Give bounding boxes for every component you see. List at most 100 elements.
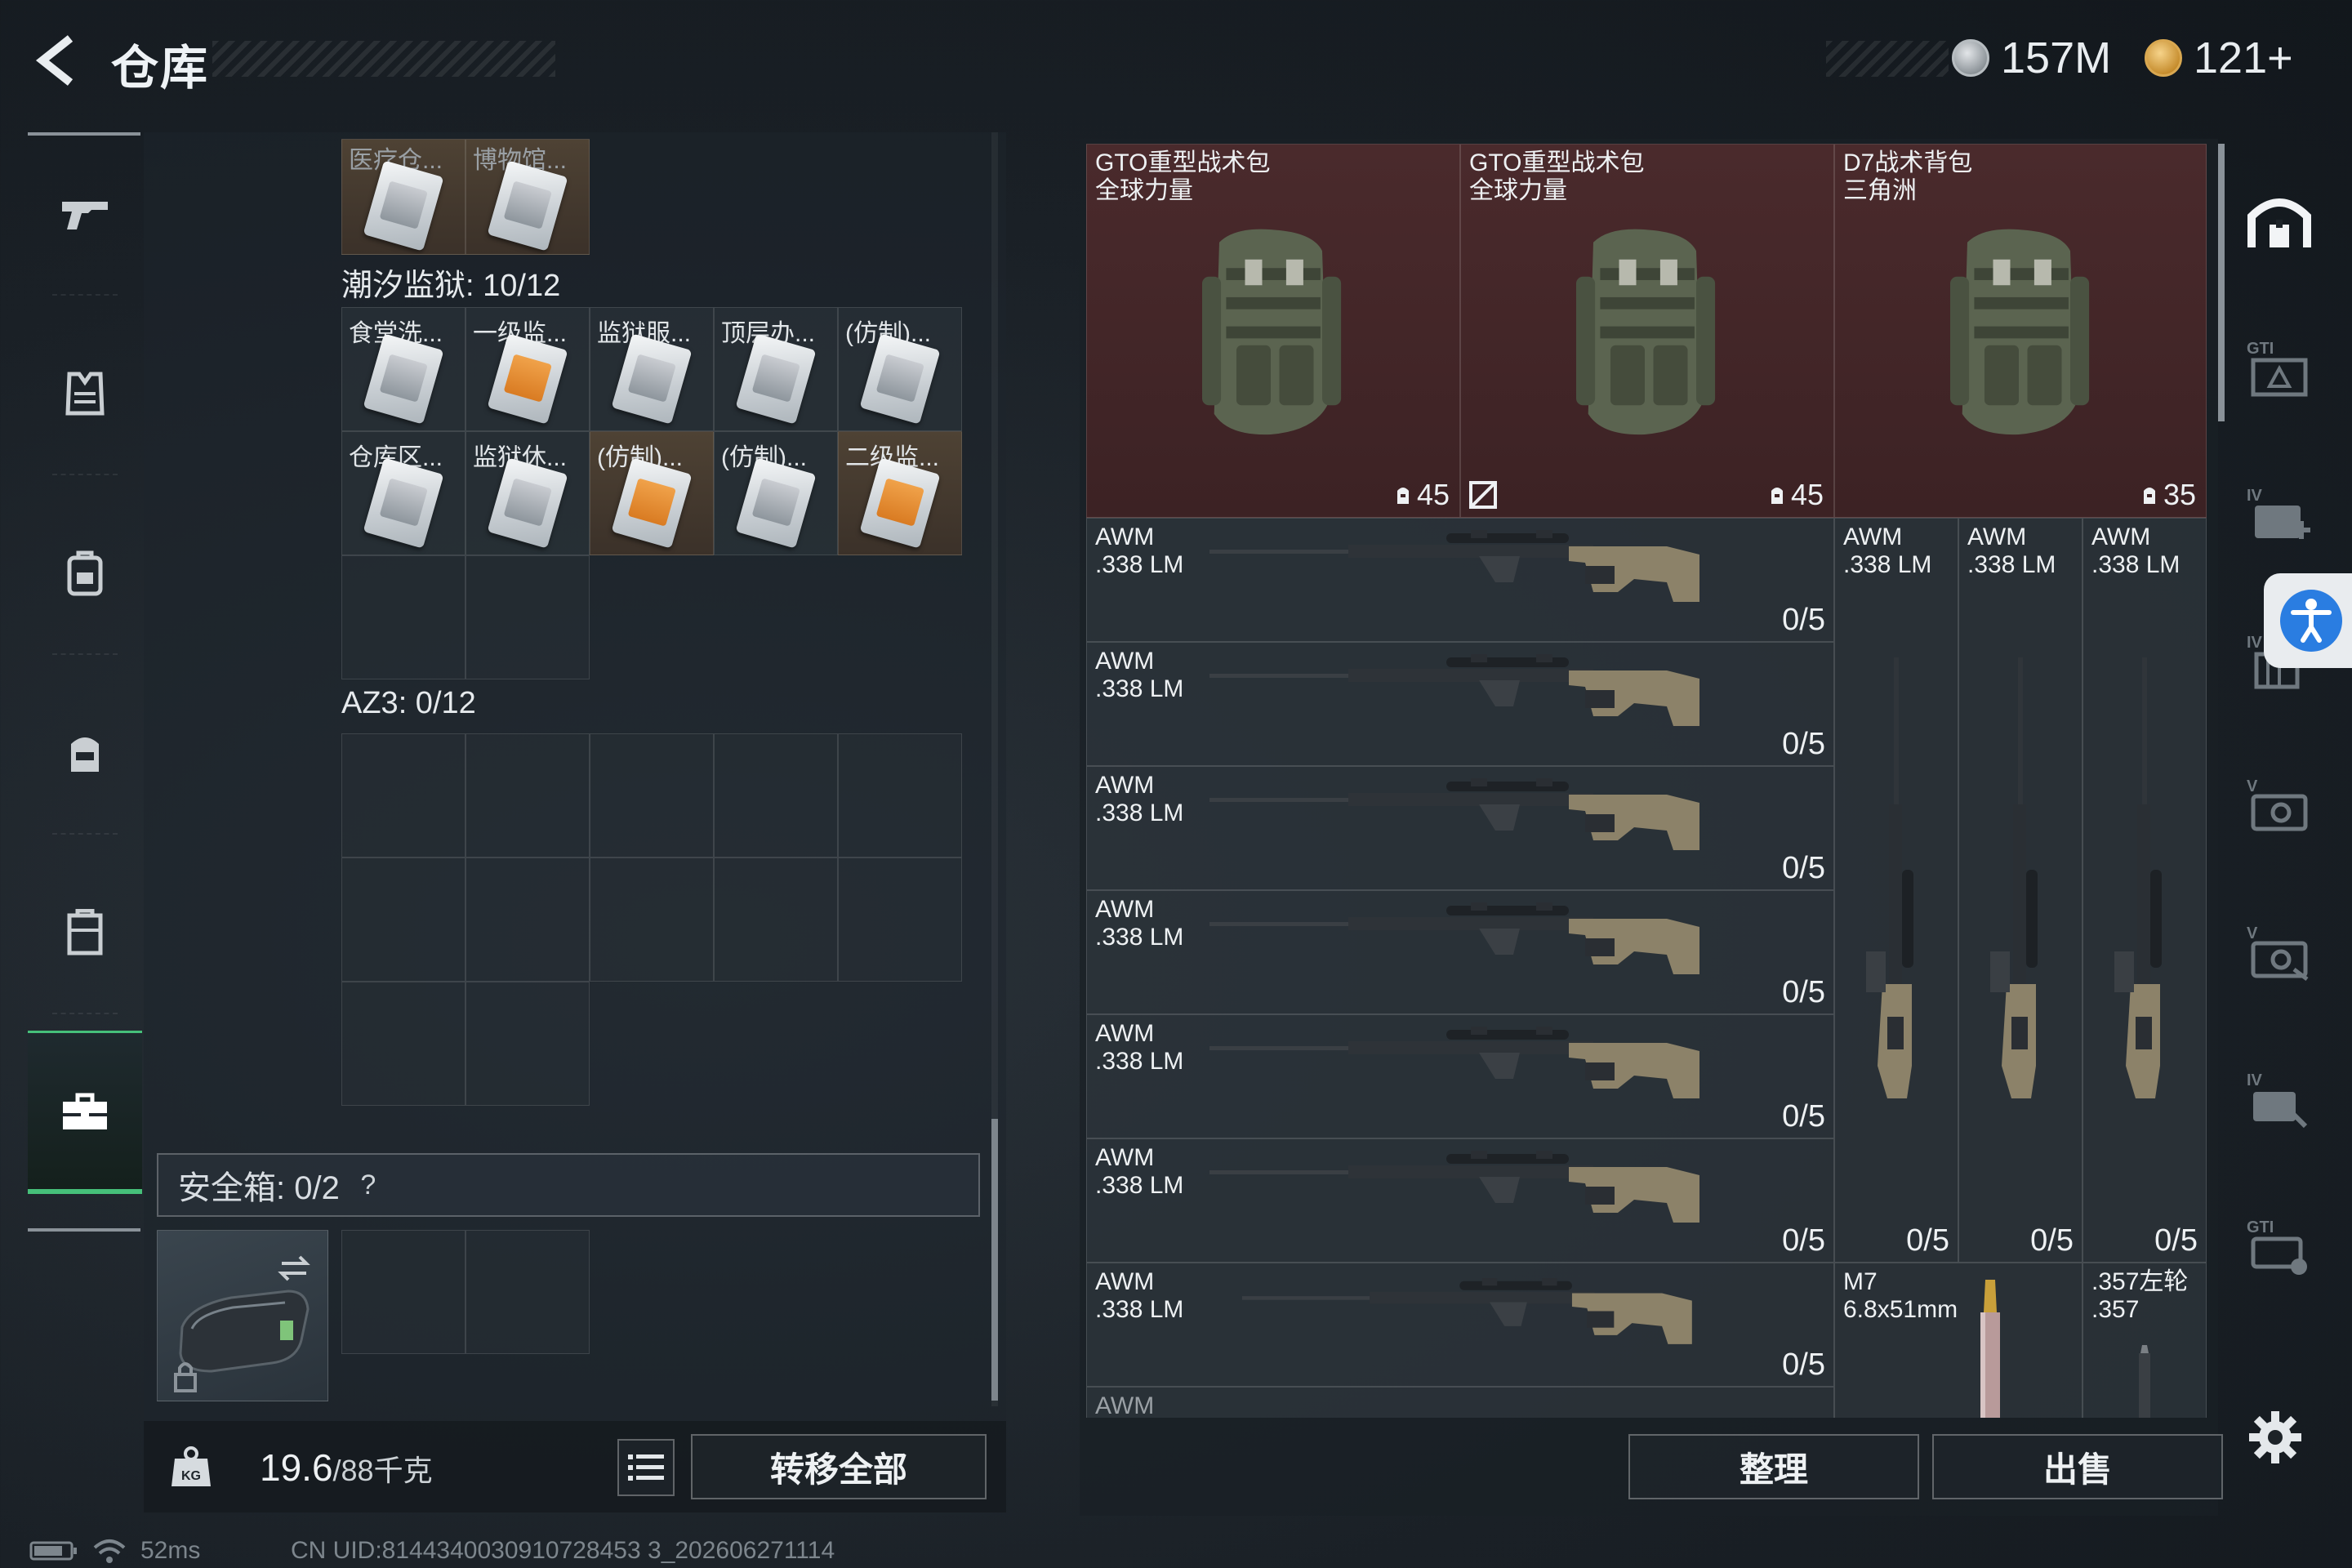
empty-slot[interactable] <box>838 733 962 858</box>
item-card[interactable]: 博物馆... <box>466 139 590 255</box>
empty-slot[interactable] <box>714 733 838 858</box>
v-tab-icon-2: V <box>2247 924 2309 981</box>
stash-item-rifle-vertical[interactable]: AWM .338 LM 0/5 <box>1958 518 2082 1263</box>
stash-item-rifle[interactable]: AWM .338 LM 0/5 <box>1086 1014 1834 1138</box>
safe-case-icon <box>174 1255 310 1392</box>
ping-value: 52ms <box>140 1537 201 1564</box>
no-insurance-icon <box>1469 481 1497 509</box>
stash-item-backpack[interactable]: D7战术背包 三角洲 35 <box>1834 144 2207 518</box>
item-name: GTO重型战术包 全球力量 <box>1095 149 1271 204</box>
item-card[interactable]: 监狱休... <box>466 431 590 555</box>
silver-amount: 157M <box>2001 33 2112 82</box>
nav-bottom-border <box>28 1228 140 1232</box>
stash-item-backpack[interactable]: GTO重型战术包 全球力量 45 <box>1460 144 1834 518</box>
gti-tab-icon: GTI <box>2247 340 2308 397</box>
silver-currency: 157M <box>1952 29 2111 87</box>
stash-item-rifle[interactable]: AWM .338 LM 0/5 <box>1086 518 1834 642</box>
item-card[interactable]: 二级监... <box>838 431 962 555</box>
home-base-icon <box>2247 198 2311 247</box>
sort-button[interactable]: 整理 <box>1628 1434 1919 1499</box>
item-card[interactable]: (仿制)... <box>590 431 714 555</box>
item-card[interactable]: 食堂洗... <box>341 307 466 431</box>
item-card[interactable]: 医疗仓... <box>341 139 466 255</box>
list-view-button[interactable] <box>617 1439 675 1496</box>
transfer-all-button[interactable]: 转移全部 <box>691 1434 987 1499</box>
empty-slot[interactable] <box>590 733 714 858</box>
nav-item-toolbox[interactable] <box>28 1031 142 1194</box>
weight-value: 19.6 <box>260 1446 333 1489</box>
item-card[interactable]: 顶层办... <box>714 307 838 431</box>
bag-capacity-icon <box>1771 488 1783 504</box>
tide-prison-grid: 食堂洗... 一级监... 监狱服... 顶层办... (仿制)... 仓库区.… <box>341 307 962 679</box>
stash-item-rifle[interactable]: AWM .338 LM 0/5 <box>1086 766 1834 890</box>
item-card[interactable]: 仓库区... <box>341 431 466 555</box>
item-card[interactable]: 监狱服... <box>590 307 714 431</box>
top-container-grid: 医疗仓... 博物馆... <box>341 139 590 255</box>
weight-max: /88千克 <box>332 1454 433 1487</box>
stash-item-rifle-partial[interactable]: AWM <box>1086 1387 1834 1418</box>
back-button[interactable] <box>24 28 90 93</box>
empty-slot[interactable] <box>466 733 590 858</box>
svg-text:V: V <box>2247 924 2258 942</box>
empty-slot[interactable] <box>341 982 466 1106</box>
sell-button[interactable]: 出售 <box>1932 1434 2223 1499</box>
empty-slot[interactable] <box>341 555 466 679</box>
nav-item-backpack[interactable] <box>28 492 142 655</box>
empty-slot[interactable] <box>466 858 590 982</box>
gold-currency: 121+ <box>2145 29 2293 87</box>
nav-item-case[interactable] <box>28 851 142 1014</box>
side-tab-iv-2[interactable]: IV <box>2234 1047 2324 1153</box>
empty-slot[interactable] <box>466 1230 590 1354</box>
safe-box-item[interactable] <box>157 1230 328 1401</box>
empty-slot[interactable] <box>714 858 838 982</box>
tide-prison-label: 潮汐监狱: 10/12 <box>341 269 561 303</box>
empty-slot[interactable] <box>341 733 466 858</box>
item-name: AWM .338 LM <box>1095 772 1184 826</box>
stash-item-rifle[interactable]: AWM .338 LM 0/5 <box>1086 1263 1834 1387</box>
empty-slot[interactable] <box>341 858 466 982</box>
stash-item-rifle-vertical[interactable]: AWM .338 LM 0/5 <box>1834 518 1958 1263</box>
stash-item-backpack[interactable]: GTO重型战术包 全球力量 45 <box>1086 144 1460 518</box>
ammo-count: 0/5 <box>1782 727 1825 761</box>
item-name: AWM .338 LM <box>1095 1144 1184 1199</box>
settings-button[interactable] <box>2247 1410 2303 1465</box>
stash-item-rifle-vertical[interactable]: AWM .338 LM 0/5 <box>2082 518 2207 1263</box>
v-tab-icon-1: V <box>2247 777 2308 831</box>
help-icon[interactable]: ? <box>351 1168 385 1202</box>
side-tab-home[interactable] <box>2234 168 2324 274</box>
stash-item-rifle[interactable]: AWM .338 LM 0/5 <box>1086 1138 1834 1263</box>
stash-item-rifle[interactable]: AWM .338 LM 0/5 <box>1086 642 1834 766</box>
nav-item-armor[interactable] <box>28 312 142 475</box>
gear-icon <box>2249 1411 2301 1463</box>
nav-item-chest-rig[interactable] <box>28 671 142 835</box>
ammo-count: 0/5 <box>1906 1223 1949 1258</box>
item-name: AWM .338 LM <box>1095 896 1184 951</box>
empty-slot[interactable] <box>590 858 714 982</box>
container-scrollbar-thumb[interactable] <box>991 1119 998 1401</box>
empty-slot[interactable] <box>838 858 962 982</box>
accessibility-button[interactable] <box>2264 573 2352 668</box>
rifle-image <box>1209 1027 1699 1098</box>
stash-item-ammo[interactable]: .357左轮 .357 <box>2082 1263 2207 1418</box>
empty-slot[interactable] <box>341 1230 466 1354</box>
item-name: .357左轮 .357 <box>2091 1268 2189 1323</box>
side-tab-iv-plus[interactable]: IV <box>2234 462 2324 568</box>
side-tab-v-1[interactable]: V <box>2234 753 2324 859</box>
stash-item-rifle[interactable]: AWM .338 LM 0/5 <box>1086 890 1834 1014</box>
empty-slot[interactable] <box>466 982 590 1106</box>
accessibility-icon <box>2280 590 2342 652</box>
gti-tab-icon-2: GTI <box>2247 1218 2307 1275</box>
item-card[interactable]: (仿制)... <box>838 307 962 431</box>
chest-rig-icon <box>71 737 99 772</box>
side-tab-gti-2[interactable]: GTI <box>2234 1194 2324 1300</box>
item-card[interactable]: 一级监... <box>466 307 590 431</box>
stash-scrollbar[interactable] <box>2218 144 2225 421</box>
weight-icon: KG <box>168 1444 214 1490</box>
side-tab-v-2[interactable]: V <box>2234 900 2324 1006</box>
item-card[interactable]: (仿制)... <box>714 431 838 555</box>
nav-item-weapons[interactable] <box>28 132 142 296</box>
empty-slot[interactable] <box>466 555 590 679</box>
stash-item-ammo[interactable]: M7 6.8x51mm <box>1834 1263 2082 1418</box>
backpack-image <box>1576 229 1716 435</box>
side-tab-gti[interactable]: GTI <box>2234 315 2324 421</box>
